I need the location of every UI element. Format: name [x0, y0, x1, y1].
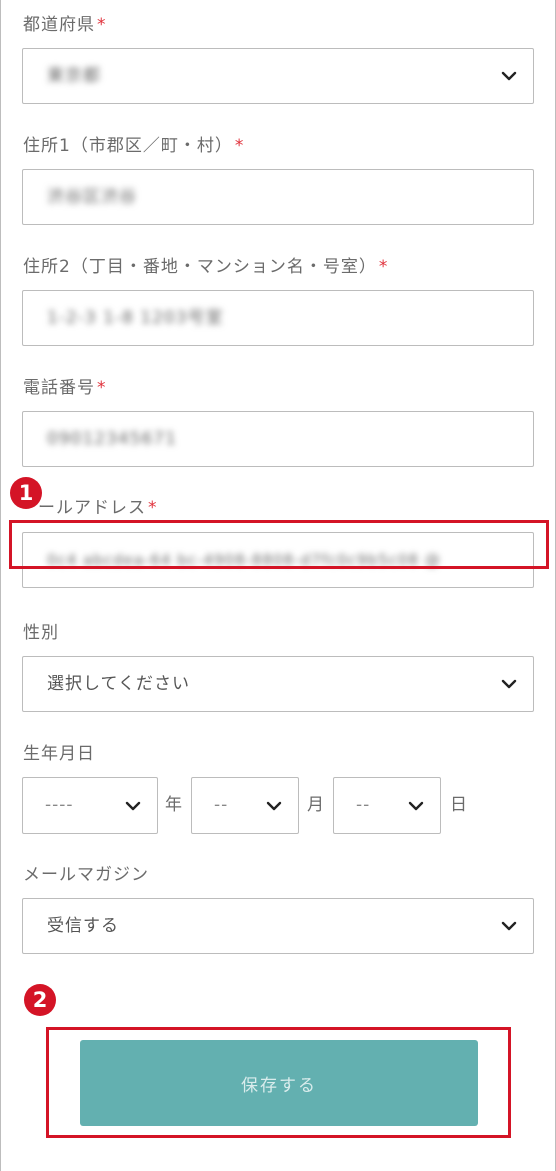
phone-input[interactable]: 09012345671 [22, 411, 534, 467]
phone-label: 電話番号 * [23, 378, 107, 398]
birth-year-select[interactable]: ---- [22, 777, 158, 834]
day-unit: 日 [450, 795, 467, 815]
birth-month-value: -- [214, 795, 229, 815]
required-mark: * [148, 498, 158, 518]
required-mark: * [234, 136, 245, 156]
prefecture-select[interactable]: 東京都 [22, 48, 534, 104]
address2-label: 住所2（丁目・番地・マンション名・号室） * [23, 257, 389, 277]
chevron-down-icon [408, 798, 424, 814]
address1-value: 渋谷区渋谷 [47, 187, 137, 207]
phone-value: 09012345671 [47, 429, 177, 449]
birth-month-select[interactable]: -- [191, 777, 299, 834]
newsletter-label: メールマガジン [23, 865, 149, 885]
address1-input[interactable]: 渋谷区渋谷 [22, 169, 534, 225]
save-button[interactable]: 保存する [80, 1040, 478, 1126]
newsletter-select[interactable]: 受信する [22, 898, 534, 954]
chevron-down-icon [125, 798, 141, 814]
chevron-down-icon [501, 676, 517, 692]
newsletter-value: 受信する [47, 916, 119, 936]
gender-label: 性別 [23, 623, 59, 643]
gender-select[interactable]: 選択してください [22, 656, 534, 712]
year-unit: 年 [165, 795, 182, 815]
gender-value: 選択してください [47, 674, 190, 694]
annotation-badge-2: 2 [24, 984, 56, 1016]
required-mark: * [97, 378, 107, 398]
prefecture-label: 都道府県 * [23, 15, 107, 35]
birth-day-select[interactable]: -- [333, 777, 441, 834]
required-mark: * [97, 15, 107, 35]
prefecture-value: 東京都 [47, 66, 101, 86]
address2-value: 1-2-3 1-8 1203号室 [47, 308, 224, 328]
chevron-down-icon [266, 798, 282, 814]
address1-label: 住所1（市郡区／町・村） * [23, 136, 245, 156]
frame-border-left [0, 0, 1, 1171]
annotation-badge-1: 1 [10, 477, 42, 509]
chevron-down-icon [501, 68, 517, 84]
birth-day-value: -- [356, 795, 371, 815]
birthdate-label: 生年月日 [23, 744, 95, 764]
chevron-down-icon [501, 918, 517, 934]
email-label: ールアドレス * [38, 498, 158, 518]
month-unit: 月 [307, 795, 324, 815]
required-mark: * [378, 257, 389, 277]
address2-input[interactable]: 1-2-3 1-8 1203号室 [22, 290, 534, 346]
birth-year-value: ---- [45, 795, 74, 815]
annotation-highlight-email [9, 520, 549, 569]
